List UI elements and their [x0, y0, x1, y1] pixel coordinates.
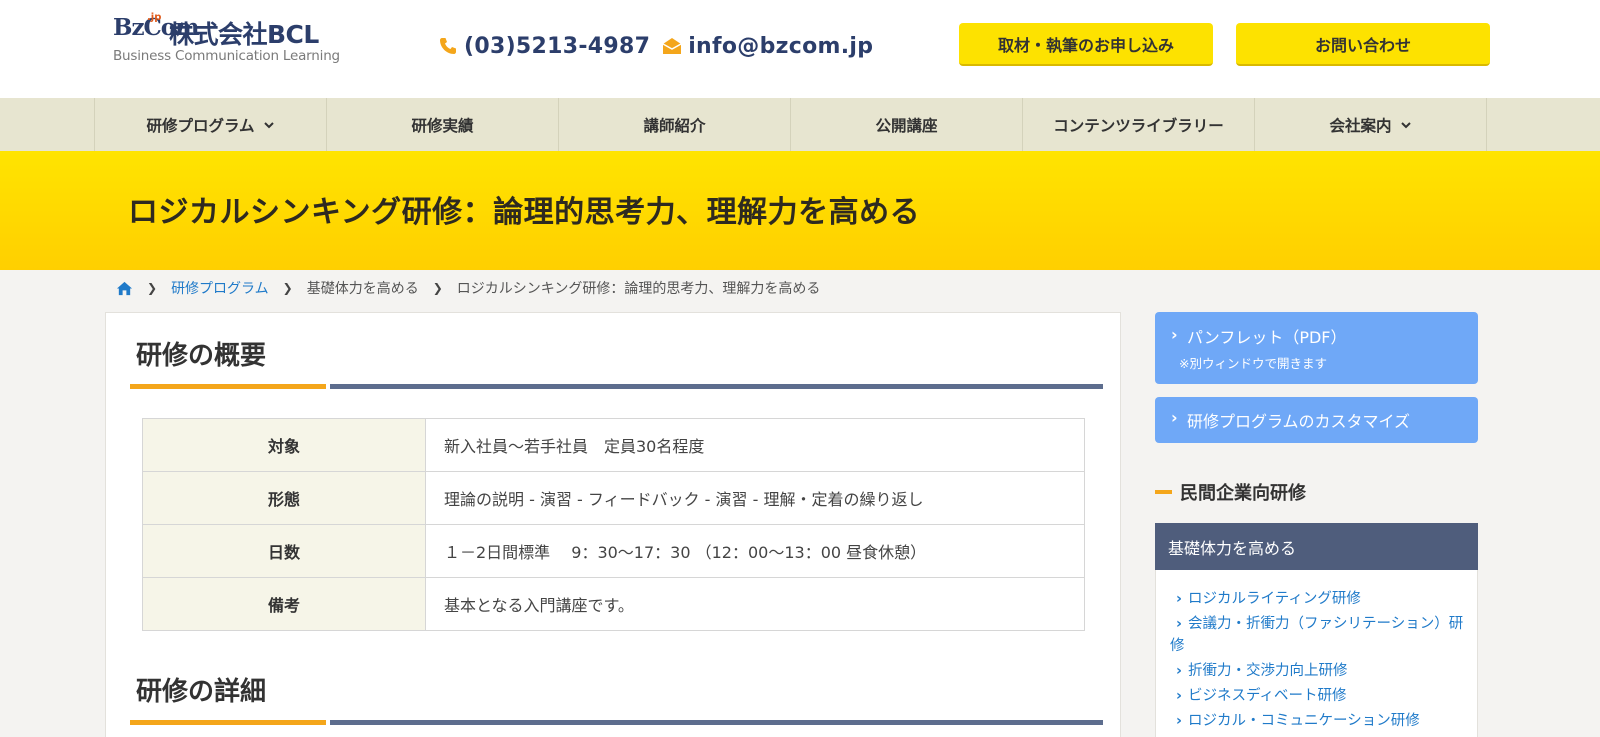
chevron-down-icon — [1400, 121, 1411, 128]
breadcrumb-category[interactable]: 基礎体力を高める — [307, 278, 419, 298]
table-row: 日数 １－2日間標準 9：30～17：30 （12：00～13：00 昼食休憩） — [142, 524, 1085, 578]
interview-request-button[interactable]: 取材・執筆のお申し込み — [959, 23, 1213, 66]
table-row-value: 理論の説明 - 演習 - フィードバック - 演習 - 理解・定着の繰り返し — [425, 471, 1085, 525]
table-row-label: 日数 — [142, 524, 426, 578]
details-heading: 研修の詳細 — [136, 677, 267, 707]
table-row-label: 形態 — [142, 471, 426, 525]
sidebar-link-label: 会議力・折衝力（ファシリテーション）研修 — [1170, 616, 1464, 654]
nav-item-label: 研修実績 — [411, 116, 474, 135]
sidebar-link[interactable]: › 折衝力・交渉力向上研修 — [1170, 660, 1470, 682]
sidebar-section-label: 民間企業向研修 — [1180, 483, 1306, 504]
phone-icon — [440, 38, 456, 54]
overview-heading: 研修の概要 — [136, 341, 267, 371]
heading-underline — [130, 384, 1103, 389]
breadcrumb-current: ロジカルシンキング研修：論理的思考力、理解力を高める — [456, 281, 821, 297]
table-row: 備考 基本となる入門講座です。 — [142, 577, 1085, 631]
pamphlet-note: ※別ウィンドウで開きます — [1179, 356, 1327, 371]
breadcrumb: ❯ 研修プログラム ❯ 基礎体力を高める ❯ ロジカルシンキング研修：論理的思考… — [116, 277, 820, 299]
table-row-value: 新入社員～若手社員 定員30名程度 — [425, 418, 1085, 472]
logo-mark-sup: .jp — [147, 12, 162, 23]
chevron-right-icon: › — [1176, 663, 1182, 679]
sidebar-category-header[interactable]: 基礎体力を高める — [1155, 523, 1478, 570]
page-title: ロジカルシンキング研修：論理的思考力、理解力を高める — [128, 195, 921, 230]
customize-program-button[interactable]: › 研修プログラムのカスタマイズ — [1155, 397, 1478, 443]
contact-info: (03)5213-4987 info@bzcom.jp — [438, 30, 873, 62]
pamphlet-pdf-button[interactable]: › パンフレット（PDF） ※別ウィンドウで開きます — [1155, 312, 1478, 384]
sidebar-link[interactable]: › ロジカルライティング研修 — [1170, 588, 1470, 610]
table-row-label: 対象 — [142, 418, 426, 472]
sidebar-link-list: › ロジカルライティング研修 › 会議力・折衝力（ファシリテーション）研修 › 折衝力… — [1155, 570, 1478, 737]
chevron-down-icon — [263, 121, 274, 128]
nav-item-company[interactable]: 会社案内 — [1255, 98, 1487, 151]
logo-tagline: Business Communication Learning — [113, 48, 340, 64]
breadcrumb-programs[interactable]: 研修プログラム — [171, 278, 269, 298]
email-address[interactable]: info@bzcom.jp — [688, 34, 873, 59]
chevron-right-icon: › — [1171, 325, 1178, 344]
chevron-right-icon: ❯ — [147, 281, 158, 295]
chevron-right-icon: › — [1171, 408, 1178, 427]
sidebar-link-label: ロジカルライティング研修 — [1187, 591, 1361, 607]
sidebar-link-label: ロジカル・コミュニケーション研修 — [1187, 713, 1420, 729]
home-icon[interactable] — [116, 280, 133, 297]
table-row: 形態 理論の説明 - 演習 - フィードバック - 演習 - 理解・定着の繰り返… — [142, 471, 1085, 525]
chevron-right-icon: › — [1176, 616, 1182, 632]
sidebar-section-title: 民間企業向研修 — [1155, 480, 1306, 504]
sidebar-link[interactable]: › ロジカル・コミュニケーション研修 — [1170, 710, 1470, 732]
logo-company-name: 株式会社BCL — [169, 20, 319, 49]
nav-item-label: 公開講座 — [875, 116, 938, 135]
main-nav: 研修プログラム 研修実績 講師紹介 公開講座 コンテンツライブラリー 会社案内 — [0, 98, 1600, 151]
nav-item-label: コンテンツライブラリー — [1053, 116, 1224, 135]
chevron-right-icon: › — [1176, 688, 1182, 704]
table-row: 対象 新入社員～若手社員 定員30名程度 — [142, 418, 1085, 472]
pamphlet-label: パンフレット（PDF） — [1187, 328, 1347, 347]
nav-item-content-library[interactable]: コンテンツライブラリー — [1023, 98, 1255, 151]
table-row-value: １－2日間標準 9：30～17：30 （12：00～13：00 昼食休憩） — [425, 524, 1085, 578]
nav-item-label: 会社案内 — [1329, 116, 1392, 135]
sidebar-link-label: 折衝力・交渉力向上研修 — [1187, 663, 1348, 679]
sidebar-link[interactable]: › 会議力・折衝力（ファシリテーション）研修 — [1170, 613, 1470, 657]
main-content: 研修の概要 対象 新入社員～若手社員 定員30名程度 形態 理論の説明 - 演習… — [105, 312, 1121, 737]
chevron-right-icon: › — [1176, 713, 1182, 729]
sidebar-link[interactable]: › ビジネスディベート研修 — [1170, 685, 1470, 707]
table-row-label: 備考 — [142, 577, 426, 631]
nav-item-instructors[interactable]: 講師紹介 — [559, 98, 791, 151]
site-header: BzCom .jp 株式会社BCL Business Communication… — [0, 0, 1600, 98]
nav-item-results[interactable]: 研修実績 — [327, 98, 559, 151]
company-logo[interactable]: BzCom .jp 株式会社BCL Business Communication… — [113, 12, 343, 70]
heading-underline — [130, 720, 1103, 725]
nav-item-programs[interactable]: 研修プログラム — [95, 98, 327, 151]
sidebar-link-label: ビジネスディベート研修 — [1187, 688, 1347, 704]
chevron-right-icon: ❯ — [432, 281, 443, 295]
nav-item-public-courses[interactable]: 公開講座 — [791, 98, 1023, 151]
overview-table: 対象 新入社員～若手社員 定員30名程度 形態 理論の説明 - 演習 - フィー… — [142, 418, 1085, 631]
table-row-value: 基本となる入門講座です。 — [425, 577, 1085, 631]
envelope-icon — [662, 38, 682, 54]
chevron-right-icon: › — [1176, 591, 1182, 607]
contact-button[interactable]: お問い合わせ — [1236, 23, 1490, 66]
chevron-right-icon: ❯ — [282, 281, 293, 295]
nav-item-label: 研修プログラム — [146, 116, 255, 135]
phone-number[interactable]: (03)5213-4987 — [464, 34, 650, 59]
customize-label: 研修プログラムのカスタマイズ — [1187, 412, 1411, 431]
nav-item-label: 講師紹介 — [643, 116, 706, 135]
page-hero: ロジカルシンキング研修：論理的思考力、理解力を高める — [0, 151, 1600, 270]
heading-accent — [1155, 490, 1172, 494]
